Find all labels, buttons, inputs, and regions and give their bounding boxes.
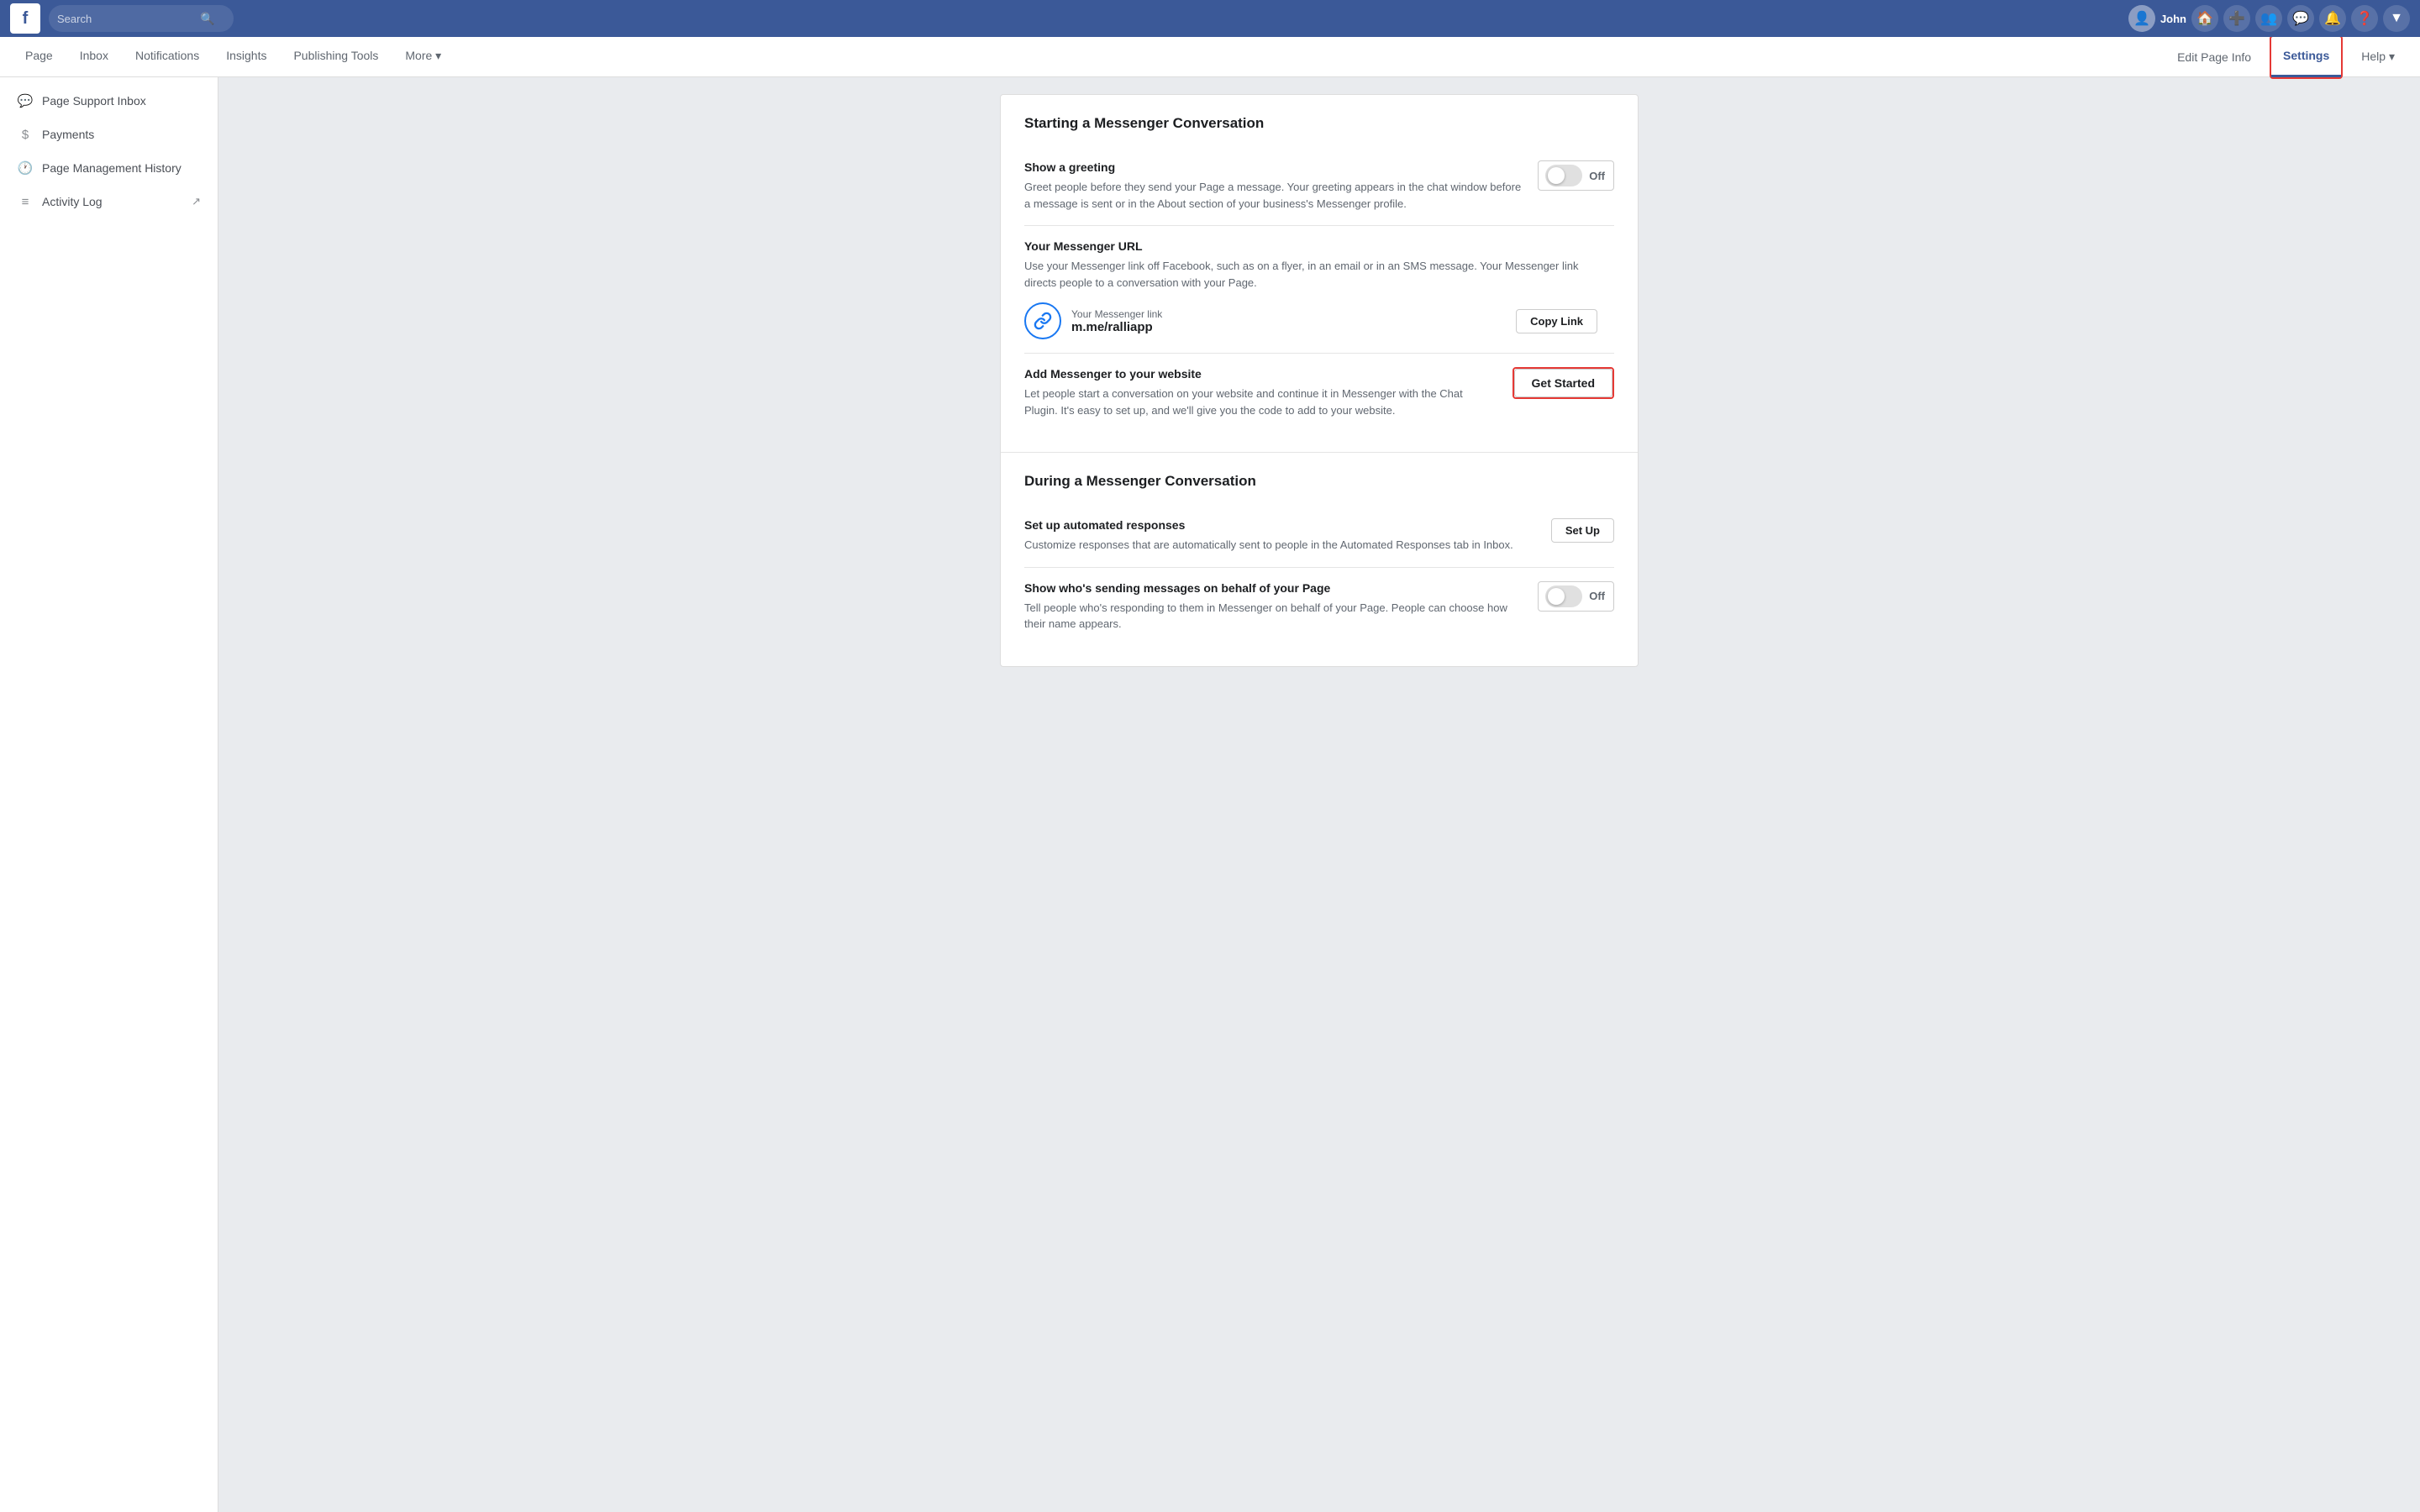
- facebook-logo[interactable]: f: [10, 3, 40, 34]
- content-card: Starting a Messenger Conversation Show a…: [1000, 94, 1639, 667]
- search-input[interactable]: [57, 13, 200, 25]
- add-messenger-info: Add Messenger to your website Let people…: [1024, 367, 1496, 418]
- activity-log-icon: ≡: [17, 193, 34, 210]
- get-started-button[interactable]: Get Started: [1514, 369, 1612, 397]
- page-support-icon: 💬: [17, 92, 34, 109]
- tab-more[interactable]: More ▾: [393, 37, 453, 77]
- tab-insights[interactable]: Insights: [214, 37, 278, 77]
- payments-icon: $: [17, 126, 34, 143]
- secondary-nav-right: Edit Page Info Settings Help ▾: [2165, 35, 2407, 79]
- tab-publishing-tools[interactable]: Publishing Tools: [281, 37, 390, 77]
- avatar: 👤: [2128, 5, 2155, 32]
- show-sender-toggle-track: [1545, 585, 1582, 607]
- nav-username: John: [2160, 13, 2186, 25]
- messenger-icon[interactable]: 💬: [2287, 5, 2314, 32]
- messenger-link-label: Your Messenger link: [1071, 308, 1506, 320]
- sidebar-label-page-support: Page Support Inbox: [42, 94, 146, 108]
- set-up-button[interactable]: Set Up: [1551, 518, 1614, 543]
- nav-user[interactable]: 👤 John: [2128, 5, 2186, 32]
- automated-responses-info: Set up automated responses Customize res…: [1024, 518, 1534, 554]
- dropdown-icon[interactable]: ▼: [2383, 5, 2410, 32]
- page-layout: 💬 Page Support Inbox $ Payments 🕐 Page M…: [0, 77, 2420, 1512]
- sidebar-label-activity-log: Activity Log: [42, 195, 103, 208]
- search-icon: 🔍: [200, 12, 214, 26]
- search-bar[interactable]: 🔍: [49, 5, 234, 32]
- messenger-url-row-container: Your Messenger URL Use your Messenger li…: [1024, 226, 1614, 354]
- messenger-url-display: Your Messenger link m.me/ralliapp Copy L…: [1024, 302, 1597, 339]
- show-sender-toggle-label: Off: [1589, 586, 1613, 606]
- show-greeting-toggle[interactable]: Off: [1538, 160, 1614, 191]
- tab-page[interactable]: Page: [13, 37, 65, 77]
- main-content: Starting a Messenger Conversation Show a…: [218, 77, 2420, 1512]
- home-nav-button[interactable]: 🏠: [2191, 5, 2218, 32]
- show-greeting-action: Off: [1538, 160, 1614, 191]
- sidebar-item-page-management-history[interactable]: 🕐 Page Management History: [3, 151, 214, 185]
- toggle-track: [1545, 165, 1582, 186]
- show-sender-desc: Tell people who's responding to them in …: [1024, 600, 1521, 633]
- nav-right: 👤 John 🏠 ➕ 👥 💬 🔔 ❓ ▼: [2128, 5, 2410, 32]
- add-messenger-title: Add Messenger to your website: [1024, 367, 1496, 381]
- settings-tab-wrapper: Settings: [2270, 35, 2343, 79]
- tab-inbox[interactable]: Inbox: [68, 37, 120, 77]
- show-sender-toggle[interactable]: Off: [1538, 581, 1614, 612]
- sidebar-item-page-support-inbox[interactable]: 💬 Page Support Inbox: [3, 84, 214, 118]
- sidebar-item-payments[interactable]: $ Payments: [3, 118, 214, 151]
- sidebar-label-history: Page Management History: [42, 161, 182, 175]
- automated-responses-title: Set up automated responses: [1024, 518, 1534, 532]
- show-greeting-desc: Greet people before they send your Page …: [1024, 179, 1521, 212]
- tab-settings[interactable]: Settings: [2271, 37, 2341, 77]
- messenger-link-icon: [1024, 302, 1061, 339]
- show-sender-row: Show who's sending messages on behalf of…: [1024, 568, 1614, 646]
- show-greeting-row: Show a greeting Greet people before they…: [1024, 147, 1614, 226]
- top-nav: f 🔍 👤 John 🏠 ➕ 👥 💬 🔔 ❓ ▼: [0, 0, 2420, 37]
- messenger-url-title: Your Messenger URL: [1024, 239, 1597, 253]
- add-messenger-desc: Let people start a conversation on your …: [1024, 386, 1496, 418]
- tab-notifications[interactable]: Notifications: [124, 37, 211, 77]
- history-icon: 🕐: [17, 160, 34, 176]
- create-nav-button[interactable]: ➕: [2223, 5, 2250, 32]
- add-messenger-website-row: Add Messenger to your website Let people…: [1024, 354, 1614, 432]
- toggle-off-label: Off: [1589, 166, 1613, 186]
- automated-responses-row: Set up automated responses Customize res…: [1024, 505, 1614, 568]
- copy-link-button[interactable]: Copy Link: [1516, 309, 1597, 333]
- friends-icon[interactable]: 👥: [2255, 5, 2282, 32]
- during-section-header: During a Messenger Conversation: [1024, 473, 1614, 490]
- tab-help[interactable]: Help ▾: [2349, 37, 2407, 77]
- notifications-icon[interactable]: 🔔: [2319, 5, 2346, 32]
- edit-page-info-button[interactable]: Edit Page Info: [2165, 37, 2263, 77]
- show-greeting-info: Show a greeting Greet people before they…: [1024, 160, 1521, 212]
- messenger-url-info: Your Messenger URL Use your Messenger li…: [1024, 239, 1597, 339]
- show-sender-title: Show who's sending messages on behalf of…: [1024, 581, 1521, 595]
- starting-section-header: Starting a Messenger Conversation: [1024, 115, 1614, 132]
- starting-section: Starting a Messenger Conversation Show a…: [1001, 95, 1638, 453]
- get-started-button-wrapper: Get Started: [1512, 367, 1614, 399]
- show-greeting-title: Show a greeting: [1024, 160, 1521, 174]
- messenger-link-info: Your Messenger link m.me/ralliapp: [1071, 308, 1506, 334]
- link-svg-icon: [1034, 312, 1052, 330]
- external-link-icon: ↗: [192, 195, 201, 208]
- secondary-nav-left: Page Inbox Notifications Insights Publis…: [13, 37, 2165, 77]
- automated-responses-action: Set Up: [1551, 518, 1614, 543]
- messenger-link-url: m.me/ralliapp: [1071, 320, 1506, 334]
- sidebar-label-payments: Payments: [42, 128, 94, 141]
- toggle-thumb: [1548, 167, 1565, 184]
- help-icon[interactable]: ❓: [2351, 5, 2378, 32]
- secondary-nav: Page Inbox Notifications Insights Publis…: [0, 37, 2420, 77]
- during-section: During a Messenger Conversation Set up a…: [1001, 453, 1638, 666]
- show-sender-toggle-thumb: [1548, 588, 1565, 605]
- automated-responses-desc: Customize responses that are automatical…: [1024, 537, 1534, 554]
- show-sender-info: Show who's sending messages on behalf of…: [1024, 581, 1521, 633]
- sidebar-item-activity-log[interactable]: ≡ Activity Log ↗: [3, 185, 214, 218]
- show-sender-action: Off: [1538, 581, 1614, 612]
- messenger-url-desc: Use your Messenger link off Facebook, su…: [1024, 258, 1597, 291]
- sidebar: 💬 Page Support Inbox $ Payments 🕐 Page M…: [0, 77, 218, 1512]
- add-messenger-action: Get Started: [1512, 367, 1614, 399]
